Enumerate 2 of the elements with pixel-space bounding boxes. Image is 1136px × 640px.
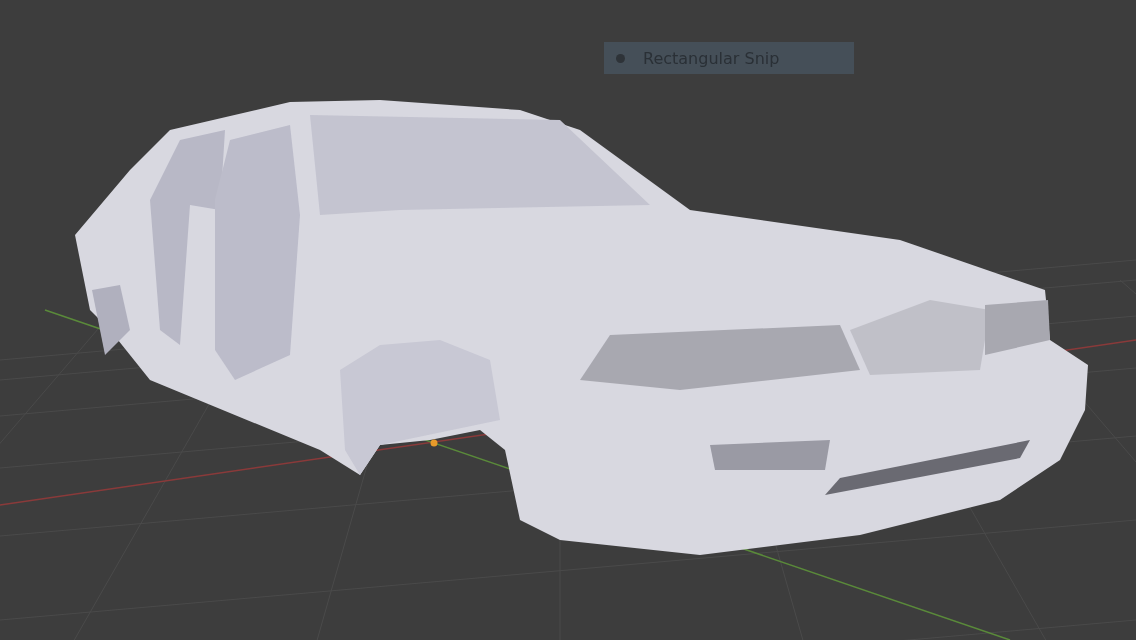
origin-marker-icon — [430, 439, 438, 447]
dot-icon — [616, 53, 625, 63]
